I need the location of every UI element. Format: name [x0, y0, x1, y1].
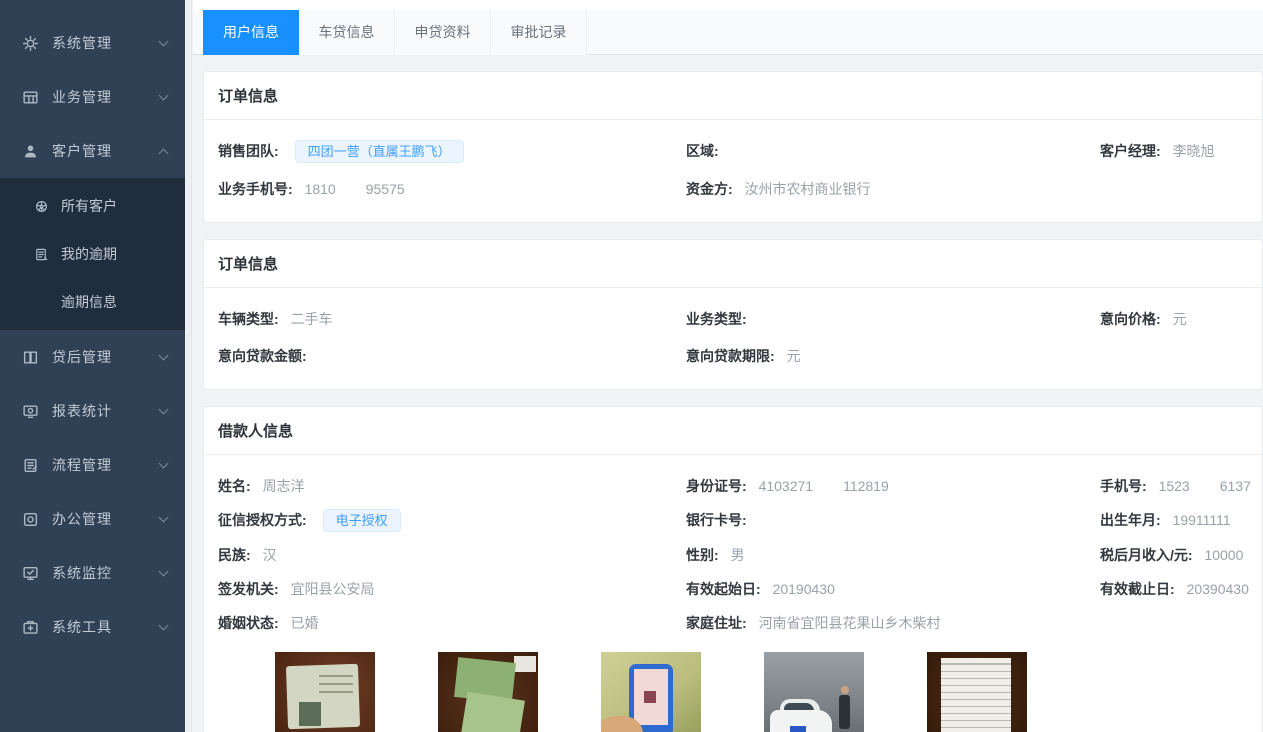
chevron-down-icon	[159, 513, 169, 523]
chevron-up-icon	[159, 148, 169, 158]
document-icon	[34, 247, 49, 262]
field-birth-date: 出生年月: 19911111	[1100, 509, 1250, 532]
order-info-card-2: 订单信息 车辆类型: 二手车 业务类型: 意向价格: 元	[203, 239, 1263, 390]
field-business-type: 业务类型:	[686, 308, 1100, 330]
field-region: 区域:	[686, 140, 1100, 163]
toolbox-icon	[22, 619, 39, 636]
sidebar-item-business-management[interactable]: 业务管理	[0, 70, 185, 124]
sidebar-item-label: 流程管理	[52, 455, 160, 475]
gear-icon	[22, 35, 39, 52]
sidebar-item-label: 办公管理	[52, 509, 160, 529]
redaction-patch	[813, 481, 843, 493]
square-circle-icon	[22, 511, 39, 528]
chevron-down-icon	[159, 37, 169, 47]
sales-team-tag: 四团一营（直属王鹏飞）	[295, 140, 464, 163]
sidebar-item-report-statistics[interactable]: 报表统计	[0, 384, 185, 438]
tab-approval-records[interactable]: 审批记录	[491, 10, 587, 55]
book-icon	[22, 349, 39, 366]
customer-management-submenu: 所有客户 我的逾期 逾期信息	[0, 178, 185, 330]
field-valid-to: 有效截止日: 20390430	[1100, 578, 1250, 600]
redaction-patch	[336, 184, 366, 196]
top-strip	[193, 0, 1263, 10]
field-name: 姓名: 周志洋	[218, 475, 686, 497]
sidebar-item-label: 贷后管理	[52, 347, 160, 367]
photo-person-with-car[interactable]	[764, 652, 864, 732]
field-mobile: 手机号: 15236137	[1100, 475, 1251, 497]
field-valid-from: 有效起始日: 20190430	[686, 578, 1100, 600]
field-intent-price: 意向价格: 元	[1100, 308, 1250, 330]
sidebar-subitem-label: 所有客户	[61, 196, 117, 216]
main-content: 用户信息 车贷信息 申贷资料 审批记录 订单信息 销售团队: 四团一营（直属王鹏…	[185, 0, 1263, 732]
field-credit-auth-method: 征信授权方式: 电子授权	[218, 509, 686, 532]
sidebar-item-customer-management[interactable]: 客户管理	[0, 124, 185, 178]
sidebar-subitem-all-customers[interactable]: 所有客户	[0, 182, 185, 230]
field-issuing-authority: 签发机关: 宜阳县公安局	[218, 578, 686, 600]
tab-loan-application-docs[interactable]: 申贷资料	[395, 10, 491, 55]
field-funder: 资金方: 汝州市农村商业银行	[686, 178, 1100, 200]
document-photos: 身份证照 驾驶证正副页 征信授权	[275, 652, 1250, 732]
field-account-manager: 客户经理: 李晓旭	[1100, 140, 1250, 163]
photo-phone-qr-auth[interactable]	[601, 652, 701, 732]
sidebar-item-label: 系统监控	[52, 563, 160, 583]
wheel-icon	[34, 199, 49, 214]
sidebar-item-process-management[interactable]: 流程管理	[0, 438, 185, 492]
chevron-down-icon	[159, 405, 169, 415]
sidebar-item-label: 系统工具	[52, 617, 160, 637]
sidebar-subitem-label: 我的逾期	[61, 244, 117, 264]
sidebar-item-label: 系统管理	[52, 33, 160, 53]
chevron-down-icon	[159, 91, 169, 101]
chevron-down-icon	[159, 459, 169, 469]
chevron-down-icon	[159, 567, 169, 577]
clipboard-icon	[22, 457, 39, 474]
credit-auth-tag: 电子授权	[323, 509, 401, 532]
sidebar-subitem-overdue-info[interactable]: 逾期信息	[0, 278, 185, 326]
tab-user-info[interactable]: 用户信息	[203, 10, 299, 55]
field-intent-loan-amount: 意向贷款金额:	[218, 345, 686, 367]
page-body: 订单信息 销售团队: 四团一营（直属王鹏飞） 区域: 客户经理:	[193, 55, 1263, 732]
redaction-patch	[1190, 481, 1220, 493]
field-bank-card: 银行卡号:	[686, 509, 1100, 532]
chevron-down-icon	[159, 351, 169, 361]
field-home-address: 家庭住址: 河南省宜阳县花果山乡木柴村	[686, 612, 1100, 634]
photo-id-card[interactable]	[275, 652, 375, 732]
sidebar-item-label: 报表统计	[52, 401, 160, 421]
sidebar-item-system-management[interactable]: 系统管理	[0, 16, 185, 70]
borrower-info-card: 借款人信息 姓名: 周志洋 身份证号: 4103271112819 手机号:	[203, 406, 1263, 732]
sidebar-item-label: 客户管理	[52, 141, 160, 161]
sidebar-item-office-management[interactable]: 办公管理	[0, 492, 185, 546]
field-gender: 性别: 男	[686, 544, 1100, 566]
sidebar-subitem-my-overdue[interactable]: 我的逾期	[0, 230, 185, 278]
sidebar: 系统管理 业务管理 客户管理 所有客户 我的逾期 逾期信息 贷后管理 报表统计	[0, 0, 185, 732]
chevron-down-icon	[159, 621, 169, 631]
sidebar-scrollbar-gutter[interactable]	[185, 0, 192, 732]
field-intent-loan-term: 意向贷款期限: 元	[686, 345, 1100, 367]
sidebar-item-system-monitoring[interactable]: 系统监控	[0, 546, 185, 600]
sidebar-item-system-tools[interactable]: 系统工具	[0, 600, 185, 654]
sidebar-subitem-label: 逾期信息	[61, 292, 117, 312]
field-id-number: 身份证号: 4103271112819	[686, 475, 1100, 497]
field-sales-team: 销售团队: 四团一营（直属王鹏飞）	[218, 140, 686, 163]
field-vehicle-type: 车辆类型: 二手车	[218, 308, 686, 330]
monitor-check-icon	[22, 565, 39, 582]
sidebar-item-label: 业务管理	[52, 87, 160, 107]
field-monthly-income: 税后月收入/元: 10000	[1100, 544, 1250, 566]
tab-car-loan-info[interactable]: 车贷信息	[299, 10, 395, 55]
monitor-chart-icon	[22, 403, 39, 420]
sidebar-item-postloan-management[interactable]: 贷后管理	[0, 330, 185, 384]
field-business-phone: 业务手机号: 181095575	[218, 178, 686, 200]
card-title: 订单信息	[204, 240, 1262, 288]
card-title: 订单信息	[204, 72, 1262, 120]
photo-license-booklet[interactable]	[438, 652, 538, 732]
order-info-card-1: 订单信息 销售团队: 四团一营（直属王鹏飞） 区域: 客户经理:	[203, 71, 1263, 223]
field-marital-status: 婚姻状态: 已婚	[218, 612, 686, 634]
detail-tabbar: 用户信息 车贷信息 申贷资料 审批记录	[193, 10, 1263, 55]
field-ethnicity: 民族: 汉	[218, 544, 686, 566]
photo-handwritten-document[interactable]	[927, 652, 1027, 732]
card-title: 借款人信息	[204, 407, 1262, 455]
user-icon	[22, 143, 39, 160]
grid-icon	[22, 89, 39, 106]
